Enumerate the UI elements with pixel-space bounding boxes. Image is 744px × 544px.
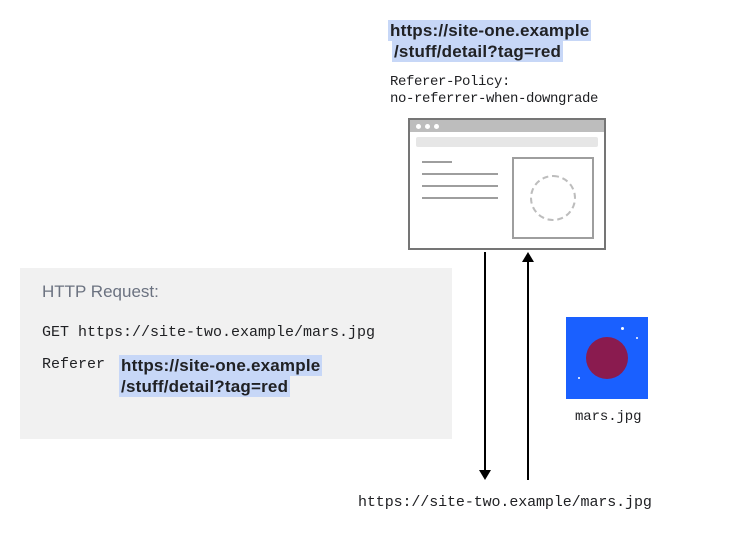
page-url-line1: https://site-one.example [388,20,591,41]
browser-content [410,147,604,239]
referer-policy-block: Referer-Policy: no-referrer-when-downgra… [390,74,598,108]
window-dot-icon [416,124,421,129]
star-icon [578,377,580,379]
browser-window [408,118,606,250]
diagram-canvas: https://site-one.example /stuff/detail?t… [0,0,744,544]
response-arrow-line [527,262,529,480]
http-request-panel: HTTP Request: GET https://site-two.examp… [20,268,452,439]
page-url-line2: /stuff/detail?tag=red [392,41,563,62]
resource-url: https://site-two.example/mars.jpg [358,494,652,512]
planet-icon [586,337,628,379]
http-request-title: HTTP Request: [42,282,452,302]
page-url-block: https://site-one.example /stuff/detail?t… [388,20,591,62]
referer-value-line2: /stuff/detail?tag=red [119,376,290,397]
http-referer-row: Referer https://site-one.example /stuff/… [42,355,452,397]
referer-value-line1: https://site-one.example [119,355,322,376]
mars-caption: mars.jpg [575,408,641,426]
response-arrowhead-icon [522,252,534,262]
window-dot-icon [434,124,439,129]
window-dot-icon [425,124,430,129]
image-placeholder [512,157,594,239]
http-get-line: GET https://site-two.example/mars.jpg [42,324,452,341]
referer-label: Referer [42,355,105,373]
browser-address-bar [416,137,598,147]
referer-policy-header: Referer-Policy: [390,74,598,91]
referer-value-block: https://site-one.example /stuff/detail?t… [119,355,322,397]
request-arrowhead-icon [479,470,491,480]
text-lines-placeholder [422,157,498,239]
referer-policy-value: no-referrer-when-downgrade [390,91,598,108]
star-icon [636,337,638,339]
browser-titlebar [410,120,604,132]
circle-placeholder-icon [530,175,576,221]
request-arrow-line [484,252,486,472]
mars-thumbnail [566,317,648,399]
star-icon [621,327,624,330]
